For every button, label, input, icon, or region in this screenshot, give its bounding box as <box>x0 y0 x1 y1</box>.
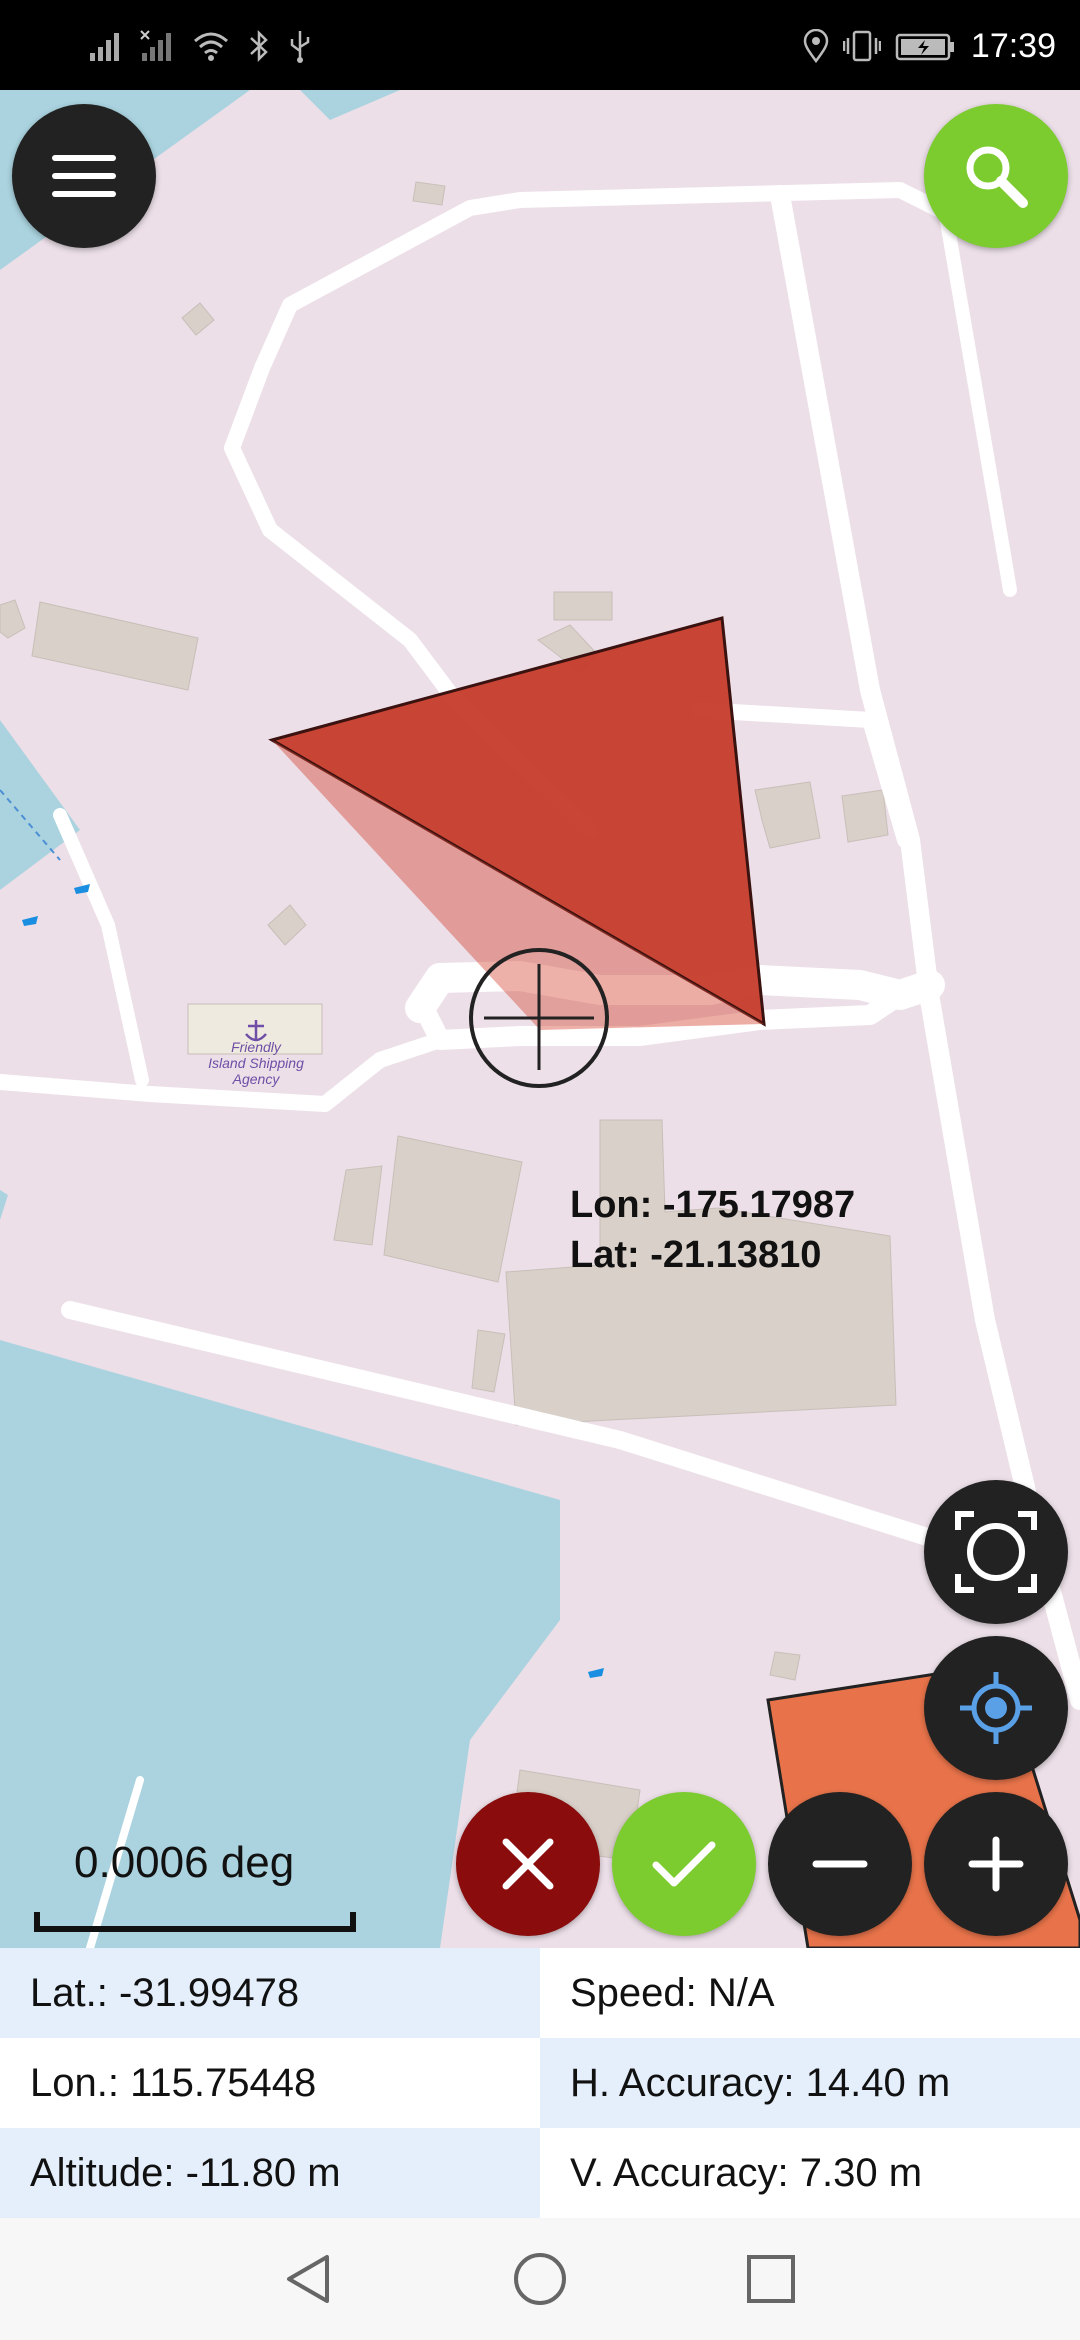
building <box>769 1651 801 1681</box>
crosshair-lat: Lat: -21.13810 <box>570 1234 822 1276</box>
fit-screen-icon <box>955 1511 1037 1593</box>
latitude-value: Lat.: -31.99478 <box>0 1948 540 2038</box>
signal-icon <box>90 33 119 61</box>
status-bar: 17:39 <box>0 0 1080 90</box>
h-accuracy-value: H. Accuracy: 14.40 m <box>540 2038 1080 2128</box>
poi-label-line-1: Friendly <box>231 1039 282 1055</box>
check-icon <box>652 1841 716 1887</box>
building <box>383 1135 523 1283</box>
scale-text: 0.0006 deg <box>74 1838 295 1887</box>
signal-no-sim-icon <box>140 30 171 61</box>
speed-value: Speed: N/A <box>570 1970 775 2015</box>
vibrate-icon <box>842 30 881 62</box>
status-left-icons <box>88 24 312 68</box>
back-button[interactable] <box>276 2246 342 2312</box>
recents-button[interactable] <box>738 2246 804 2312</box>
location-icon <box>803 29 829 63</box>
search-icon <box>966 146 1028 208</box>
scale-line <box>34 1912 356 1932</box>
crosshair <box>469 948 609 1088</box>
map-canvas[interactable]: Friendly Island Shipping Agency <box>0 90 1080 1948</box>
home-icon <box>514 2253 566 2305</box>
confirm-button[interactable] <box>612 1792 756 1936</box>
scale-bar: 0.0006 deg <box>30 1838 360 1938</box>
crosshair-coordinates: Lon: -175.17987 Lat: -21.13810 <box>570 1180 855 1280</box>
wifi-icon <box>194 32 228 61</box>
menu-button[interactable] <box>12 104 156 248</box>
bluetooth-icon <box>250 29 268 63</box>
battery-charging-icon <box>895 33 954 61</box>
status-time: 17:39 <box>970 26 1056 65</box>
plus-icon <box>968 1836 1024 1892</box>
home-button[interactable] <box>507 2246 573 2312</box>
longitude-value: Lon.: 115.75448 <box>30 2060 317 2105</box>
cancel-button[interactable] <box>456 1792 600 1936</box>
zoom-out-button[interactable] <box>768 1792 912 1936</box>
building <box>553 591 613 621</box>
poi-label-line-3: Agency <box>232 1071 281 1087</box>
search-button[interactable] <box>924 104 1068 248</box>
menu-icon <box>52 155 116 197</box>
map-view[interactable]: Friendly Island Shipping Agency Lon: -17… <box>0 90 1080 1948</box>
v-accuracy-value: V. Accuracy: 7.30 m <box>570 2150 923 2195</box>
gps-info-panel: Lat.: -31.99478 Speed: N/A Lon.: 115.754… <box>0 1948 1080 2218</box>
crosshair-lon: Lon: -175.17987 <box>570 1184 856 1226</box>
my-location-icon <box>960 1672 1032 1744</box>
recents-icon <box>747 2255 795 2303</box>
usb-icon <box>290 31 310 63</box>
back-icon <box>287 2255 329 2303</box>
zoom-in-button[interactable] <box>924 1792 1068 1936</box>
minus-icon <box>812 1860 868 1868</box>
fit-screen-button[interactable] <box>924 1480 1068 1624</box>
close-icon <box>502 1838 554 1890</box>
my-location-button[interactable] <box>924 1636 1068 1780</box>
navigation-bar <box>0 2218 1080 2340</box>
building <box>841 789 889 843</box>
status-right-icons: 17:39 <box>803 24 1056 68</box>
poi-label-line-2: Island Shipping <box>208 1055 304 1071</box>
building <box>412 181 446 206</box>
altitude-value: Altitude: -11.80 m <box>0 2128 540 2218</box>
